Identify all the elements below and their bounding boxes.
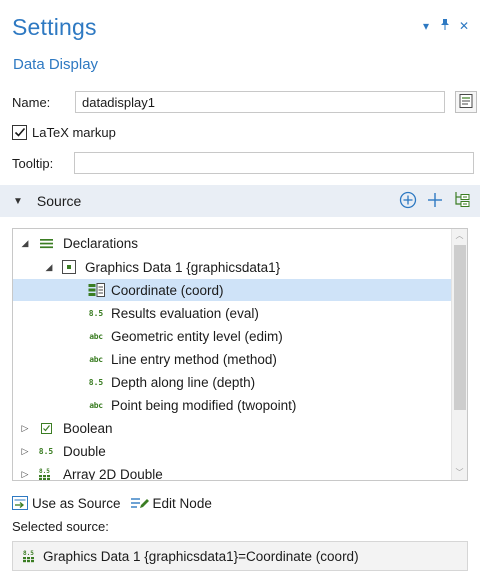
double-icon: 8.5 bbox=[88, 308, 104, 318]
collapse-caret-icon[interactable]: ▼ bbox=[13, 196, 23, 207]
tree-item-label: Geometric entity level (edim) bbox=[111, 328, 283, 344]
source-toolbar bbox=[398, 190, 472, 213]
edit-node-icon bbox=[130, 496, 149, 510]
tree-item-label: Point being modified (twopoint) bbox=[111, 397, 297, 413]
name-label: Name: bbox=[12, 94, 51, 110]
tree-item-label: Declarations bbox=[63, 235, 139, 251]
expanded-caret-icon[interactable]: ◢ bbox=[19, 238, 31, 249]
latex-row: LaTeX markup bbox=[0, 122, 480, 142]
tooltip-label: Tooltip: bbox=[12, 155, 54, 171]
svg-text:8.5: 8.5 bbox=[23, 550, 34, 557]
tree-item-label: Coordinate (coord) bbox=[111, 282, 224, 298]
use-as-source-icon bbox=[12, 496, 28, 510]
edit-node-button[interactable]: Edit Node bbox=[130, 495, 212, 511]
add-icon[interactable] bbox=[425, 190, 445, 213]
array-2d-double-icon: 8.5 bbox=[39, 467, 53, 480]
tree-structure-icon[interactable] bbox=[452, 190, 472, 213]
double-icon: 8.5 bbox=[38, 446, 54, 456]
dropdown-arrow-icon[interactable]: ▾ bbox=[420, 19, 432, 33]
add-circle-icon[interactable] bbox=[398, 190, 418, 213]
string-icon: abc bbox=[89, 354, 103, 364]
source-section-label: Source bbox=[36, 193, 82, 209]
latex-markup-label: LaTeX markup bbox=[32, 124, 116, 140]
document-edit-icon bbox=[458, 93, 474, 112]
selected-source-value: 8.5 Graphics Data 1 {graphicsdata1}=Coor… bbox=[12, 541, 468, 571]
declarations-icon bbox=[39, 238, 53, 249]
name-options-button[interactable] bbox=[455, 91, 477, 113]
array-2d-double-icon: 8.5 bbox=[23, 549, 37, 563]
latex-markup-checkbox[interactable] bbox=[12, 124, 27, 140]
close-icon[interactable]: ✕ bbox=[458, 19, 470, 33]
tree-item-label: Graphics Data 1 {graphicsdata1} bbox=[85, 259, 281, 275]
svg-text:8.5: 8.5 bbox=[39, 468, 50, 475]
pin-icon[interactable] bbox=[439, 18, 451, 33]
collapsed-caret-icon[interactable]: ▷ bbox=[19, 446, 31, 457]
use-as-source-label: Use as Source bbox=[32, 495, 121, 511]
string-icon: abc bbox=[89, 331, 103, 341]
source-tree[interactable]: ◢ Declarations ◢ Graphics Data 1 {graphi… bbox=[12, 228, 468, 481]
use-as-source-button[interactable]: Use as Source bbox=[12, 496, 121, 511]
selected-source-label: Selected source: bbox=[12, 519, 109, 534]
tree-item-label: Depth along line (depth) bbox=[111, 374, 256, 390]
tree-item-point-being-modified[interactable]: abc Point being modified (twopoint) bbox=[87, 394, 296, 416]
edit-node-label: Edit Node bbox=[152, 495, 212, 511]
collapsed-caret-icon[interactable]: ▷ bbox=[19, 469, 31, 480]
scroll-down-icon[interactable]: ﹀ bbox=[452, 466, 467, 480]
tree-scrollbar[interactable]: ︿ ﹀ bbox=[451, 229, 467, 480]
tree-item-geometric-entity-level[interactable]: abc Geometric entity level (edim) bbox=[87, 325, 283, 347]
tree-item-label: Results evaluation (eval) bbox=[111, 305, 259, 321]
tooltip-field[interactable] bbox=[74, 152, 474, 174]
boolean-icon bbox=[39, 422, 53, 434]
tree-item-label: Boolean bbox=[63, 420, 113, 436]
tooltip-row: Tooltip: bbox=[0, 151, 480, 175]
coordinate-icon bbox=[87, 283, 105, 297]
name-row: Name: bbox=[0, 90, 480, 114]
string-icon: abc bbox=[89, 400, 103, 410]
tree-item-boolean[interactable]: ▷ Boolean bbox=[19, 417, 113, 439]
tree-item-double[interactable]: ▷ 8.5 Double bbox=[19, 440, 106, 462]
name-field[interactable] bbox=[75, 91, 445, 113]
settings-header: Settings Data Display ▾ ✕ bbox=[0, 0, 480, 86]
window-controls: ▾ ✕ bbox=[420, 18, 470, 33]
selected-source-text: Graphics Data 1 {graphicsdata1}=Coordina… bbox=[43, 548, 359, 564]
tree-item-array-2d-double[interactable]: ▷ 8.5 Array 2D Double bbox=[19, 463, 163, 481]
source-actions: Use as Source Edit Node bbox=[12, 492, 212, 514]
source-section-header[interactable]: ▼ Source bbox=[0, 185, 480, 217]
graphics-data-icon bbox=[61, 260, 77, 274]
tree-item-line-entry-method[interactable]: abc Line entry method (method) bbox=[87, 348, 277, 370]
scrollbar-thumb[interactable] bbox=[454, 245, 466, 410]
collapsed-caret-icon[interactable]: ▷ bbox=[19, 423, 31, 434]
tree-item-label: Array 2D Double bbox=[63, 466, 163, 481]
tree-item-declarations[interactable]: ◢ Declarations bbox=[19, 232, 455, 254]
expanded-caret-icon[interactable]: ◢ bbox=[43, 262, 55, 273]
scroll-up-icon[interactable]: ︿ bbox=[452, 229, 467, 243]
page-title: Settings bbox=[12, 14, 97, 40]
tree-item-coordinate[interactable]: Coordinate (coord) bbox=[13, 279, 451, 301]
tree-item-depth-along-line[interactable]: 8.5 Depth along line (depth) bbox=[87, 371, 255, 393]
tree-item-label: Double bbox=[63, 443, 106, 459]
page-subtitle: Data Display bbox=[13, 56, 99, 73]
tree-item-label: Line entry method (method) bbox=[111, 351, 277, 367]
tree-item-results-evaluation[interactable]: 8.5 Results evaluation (eval) bbox=[87, 302, 259, 324]
double-icon: 8.5 bbox=[88, 377, 104, 387]
tree-item-graphics-data[interactable]: ◢ Graphics Data 1 {graphicsdata1} bbox=[43, 256, 455, 278]
